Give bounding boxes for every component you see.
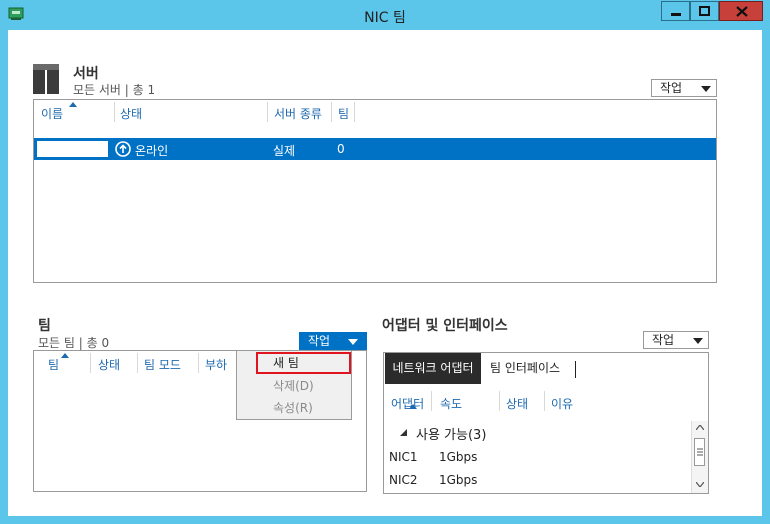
menu-item-properties[interactable]: 속성(R) (237, 398, 351, 418)
maximize-icon (699, 6, 710, 16)
sort-asc-icon (409, 404, 417, 409)
minimize-button[interactable] (661, 1, 690, 21)
teams-task-menu: 새 팀 삭제(D) 속성(R) (236, 350, 352, 420)
highlight-box (256, 352, 351, 374)
adapters-heading: 어댑터 및 인터페이스 (382, 318, 508, 334)
tab-team-interfaces[interactable]: 팀 인터페이스 (490, 353, 560, 384)
servers-task-label: 작업 (660, 81, 683, 95)
teams-subtitle: 모든 팀 | 총 0 (38, 336, 110, 350)
tab-network-adapters[interactable]: 네트워크 어댑터 (385, 353, 481, 384)
col-server-name[interactable]: 이름 (41, 105, 63, 122)
minimize-icon (671, 13, 681, 16)
col-adapter-speed[interactable]: 속도 (440, 395, 462, 412)
col-team-status[interactable]: 상태 (98, 356, 120, 373)
sort-asc-icon (69, 102, 77, 107)
close-button[interactable] (719, 1, 763, 21)
adapter-row-name[interactable]: NIC2 (389, 473, 418, 487)
adapters-task-label: 작업 (652, 333, 675, 347)
table-row-selected[interactable]: 온라인 실제 0 (34, 138, 716, 160)
close-icon (736, 6, 748, 17)
teams-task-label: 작업 (308, 334, 331, 348)
server-type-cell: 실제 (273, 144, 296, 158)
title-bar[interactable]: NIC 팀 (0, 0, 770, 30)
col-team-name[interactable]: 팀 (48, 356, 59, 373)
server-teams-cell: 0 (337, 142, 345, 156)
scroll-down-icon[interactable] (696, 482, 704, 487)
scroll-up-icon[interactable] (696, 425, 704, 430)
chevron-down-icon (701, 86, 711, 92)
chevron-down-icon (348, 339, 358, 345)
server-name-cell (37, 141, 108, 157)
chevron-down-icon (693, 338, 703, 344)
col-server-status[interactable]: 상태 (120, 105, 142, 122)
menu-item-delete[interactable]: 삭제(D) (237, 376, 351, 396)
collapse-triangle-icon[interactable] (400, 429, 407, 436)
col-adapter-reason[interactable]: 이유 (551, 395, 573, 412)
servers-task-button[interactable]: 작업 (651, 79, 717, 97)
server-status-cell: 온라인 (135, 144, 169, 158)
window-content: 서버 모든 서버 | 총 1 작업 이름 상태 서버 종류 팀 온라인 실제 0 (8, 30, 762, 516)
adapters-scrollbar[interactable] (691, 421, 708, 493)
online-arrow-icon (115, 141, 131, 157)
col-server-type[interactable]: 서버 종류 (274, 105, 322, 122)
group-available[interactable]: 사용 가능(3) (416, 424, 486, 443)
teams-task-button[interactable]: 작업 (299, 332, 367, 350)
servers-subtitle: 모든 서버 | 총 1 (73, 83, 156, 97)
adapters-task-button[interactable]: 작업 (643, 331, 709, 349)
col-team-mode[interactable]: 팀 모드 (144, 356, 181, 373)
servers-heading: 서버 (73, 66, 99, 82)
col-adapter-status[interactable]: 상태 (506, 395, 528, 412)
servers-panel: 이름 상태 서버 종류 팀 온라인 실제 0 (33, 99, 717, 283)
maximize-button[interactable] (690, 1, 719, 21)
col-team-load[interactable]: 부하 (205, 356, 227, 373)
adapter-row-name[interactable]: NIC1 (389, 450, 418, 464)
col-adapter-name[interactable]: 어댑터 (391, 395, 424, 412)
nic-team-window: NIC 팀 서버 모든 서버 | 총 1 작업 이름 상태 서버 종류 팀 온라… (0, 0, 770, 524)
adapter-row-speed: 1Gbps (439, 450, 478, 464)
grip-icon (697, 448, 703, 456)
scroll-thumb[interactable] (694, 438, 705, 466)
window-title: NIC 팀 (364, 10, 406, 26)
col-server-teams[interactable]: 팀 (338, 105, 349, 122)
server-icon (33, 64, 65, 94)
adapter-row-speed: 1Gbps (439, 473, 478, 487)
sort-asc-icon (61, 353, 69, 358)
adapters-panel: 네트워크 어댑터 팀 인터페이스 어댑터 속도 상태 이유 사용 가능(3) N… (383, 352, 709, 494)
tab-divider (575, 361, 576, 378)
teams-heading: 팀 (38, 318, 51, 334)
